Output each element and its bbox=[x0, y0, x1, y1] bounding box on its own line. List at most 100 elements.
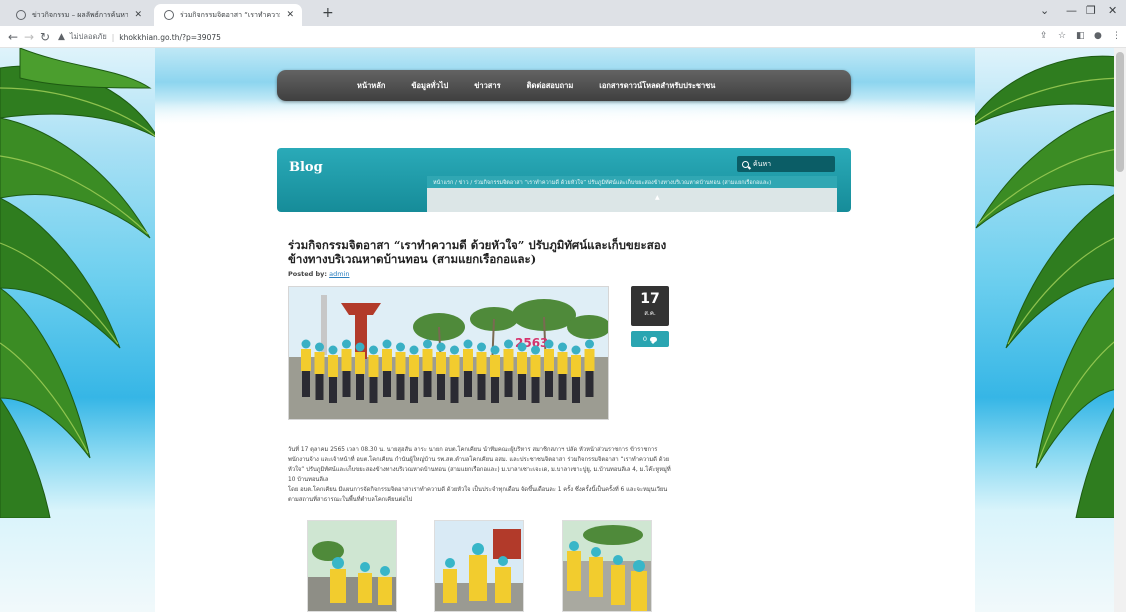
nav-item-home[interactable]: หน้าหลัก bbox=[357, 80, 385, 92]
palm-leaves-left-image bbox=[0, 48, 160, 518]
photo-person-cap bbox=[544, 339, 554, 349]
photo-person-legs bbox=[302, 371, 310, 397]
star-icon[interactable]: ☆ bbox=[1058, 31, 1066, 41]
gallery-thumbnail[interactable] bbox=[434, 520, 524, 612]
photo-person-shirt bbox=[355, 352, 365, 374]
photo-person-legs bbox=[396, 374, 405, 400]
photo-person-cap bbox=[450, 345, 459, 355]
photo-person-legs bbox=[585, 371, 594, 397]
photo-person-shirt bbox=[490, 355, 500, 377]
photo-person-shirt bbox=[395, 352, 406, 374]
photo-person-legs bbox=[356, 374, 364, 400]
photo-person-shirt bbox=[382, 349, 392, 371]
post-date-badge: 17 ส.ค. bbox=[631, 286, 669, 326]
gallery-thumbnail[interactable] bbox=[307, 520, 397, 612]
photo-person-cap bbox=[585, 339, 594, 349]
post-paragraph: โดย อบต.โคกเคียน มีแผนการจัดกิจกรรมจิตอา… bbox=[288, 487, 668, 503]
photo-person-shirt bbox=[328, 355, 338, 377]
minimize-icon[interactable]: — bbox=[1066, 4, 1077, 17]
nav-item-contact[interactable]: ติดต่อสอบถาม bbox=[527, 80, 574, 92]
photo-person-cap bbox=[315, 342, 324, 352]
search-placeholder: ค้นหา bbox=[753, 159, 772, 168]
photo-person-cap bbox=[571, 345, 581, 355]
photo-person-cap bbox=[490, 345, 500, 355]
photo-person-legs bbox=[491, 377, 499, 403]
photo-person-legs bbox=[464, 371, 472, 397]
omnibox[interactable]: ▲ ไม่ปลอดภัย | khokkhian.go.th/?p=39075 bbox=[58, 29, 221, 45]
page-scrollbar[interactable] bbox=[1114, 48, 1126, 612]
photo-person-shirt bbox=[584, 349, 595, 371]
photo-person-cap bbox=[396, 342, 405, 352]
blog-header: Blog ค้นหา หน้าแรก / ข่าว / ร่วมกิจกรรมจ… bbox=[277, 148, 851, 212]
photo-person-cap bbox=[342, 339, 351, 349]
photo-person-cap bbox=[558, 342, 567, 352]
tab-search-chevron-icon[interactable]: ⌄ bbox=[1040, 4, 1049, 17]
photo-person-shirt bbox=[571, 355, 581, 377]
gallery-thumbnail[interactable] bbox=[562, 520, 652, 612]
photo-person-legs bbox=[410, 377, 418, 403]
close-tab-icon[interactable]: ✕ bbox=[286, 10, 294, 20]
photo-person-shirt bbox=[544, 349, 554, 371]
photo-person-shirt bbox=[476, 352, 487, 374]
photo-person-cap bbox=[504, 339, 513, 349]
photo-person-shirt bbox=[463, 349, 473, 371]
share-icon[interactable]: ⇪ bbox=[1040, 31, 1048, 41]
nav-item-general-info[interactable]: ข้อมูลทั่วไป bbox=[411, 80, 448, 92]
photo-person-cap bbox=[463, 339, 473, 349]
back-icon[interactable]: ← bbox=[8, 28, 18, 46]
photo-person-shirt bbox=[530, 355, 541, 377]
posted-by-label: Posted by: bbox=[288, 270, 328, 278]
security-label: ไม่ปลอดภัย bbox=[69, 32, 107, 41]
post-paragraph: วันที่ 17 ตุลาคม 2565 เวลา 08.30 น. นายส… bbox=[288, 447, 671, 483]
nav-item-news[interactable]: ข่าวสาร bbox=[474, 80, 500, 92]
photo-person-cap bbox=[301, 339, 311, 349]
photo-person-cap bbox=[477, 342, 486, 352]
photo-person-legs bbox=[545, 371, 553, 397]
profile-icon[interactable]: ● bbox=[1094, 31, 1102, 41]
globe-tab-icon bbox=[164, 10, 174, 20]
photo-person-cap bbox=[409, 345, 419, 355]
photo-person-shirt bbox=[301, 349, 311, 371]
date-month: ส.ค. bbox=[644, 310, 656, 317]
comment-count-button[interactable]: 0 bbox=[631, 331, 669, 347]
globe-tab-icon bbox=[16, 10, 26, 20]
gallery-photo bbox=[308, 521, 396, 611]
close-tab-icon[interactable]: ✕ bbox=[134, 10, 142, 20]
tab-search-results[interactable]: ข่าวกิจกรรม – ผลลัพธ์การค้นหา ✕ bbox=[6, 4, 150, 26]
photo-person-cap bbox=[517, 342, 527, 352]
nav-item-downloads[interactable]: เอกสารดาวน์โหลดสำหรับประชาชน bbox=[599, 80, 715, 92]
photo-person-shirt bbox=[503, 349, 514, 371]
gallery-photo bbox=[563, 521, 651, 611]
post-title: ร่วมกิจกรรมจิตอาสา “เราทำความดี ด้วยหัวใ… bbox=[288, 238, 667, 266]
forward-icon[interactable]: → bbox=[24, 28, 34, 46]
sidepanel-icon[interactable]: ◧ bbox=[1076, 31, 1085, 41]
chevron-up-icon[interactable]: ▲ bbox=[655, 194, 660, 201]
omnibox-separator: | bbox=[111, 32, 115, 42]
photo-person-cap bbox=[355, 342, 365, 352]
tab-current-post[interactable]: ร่วมกิจกรรมจิตอาสา “เราทำความดี ด้วย ✕ bbox=[154, 4, 302, 26]
address-bar-row: ← → ↻ ▲ ไม่ปลอดภัย | khokkhian.go.th/?p=… bbox=[0, 26, 1126, 48]
photo-person-cap bbox=[423, 339, 432, 349]
search-icon bbox=[742, 160, 749, 168]
photo-person-shirt bbox=[422, 349, 433, 371]
photo-person-cap bbox=[328, 345, 338, 355]
search-input[interactable]: ค้นหา bbox=[737, 156, 835, 172]
post-featured-photo[interactable]: 2563 bbox=[288, 286, 609, 420]
photo-person-shirt bbox=[341, 349, 352, 371]
photo-person-legs bbox=[369, 377, 378, 403]
close-window-icon[interactable]: ✕ bbox=[1108, 4, 1117, 17]
scrollbar-thumb[interactable] bbox=[1116, 52, 1124, 172]
reload-icon[interactable]: ↻ bbox=[40, 28, 50, 46]
photo-person-legs bbox=[531, 377, 540, 403]
author-link[interactable]: admin bbox=[329, 270, 349, 278]
menu-icon[interactable]: ⋮ bbox=[1112, 31, 1121, 41]
photo-person-cap bbox=[382, 339, 392, 349]
new-tab-icon[interactable]: + bbox=[322, 4, 334, 22]
url-text[interactable]: khokkhian.go.th/?p=39075 bbox=[119, 33, 221, 42]
photo-person-legs bbox=[383, 371, 391, 397]
restore-icon[interactable]: ❐ bbox=[1086, 4, 1096, 17]
breadcrumb-text[interactable]: หน้าแรก / ข่าว / ร่วมกิจกรรมจิตอาสา “เรา… bbox=[427, 176, 837, 188]
photo-person-shirt bbox=[557, 352, 568, 374]
photo-person-legs bbox=[437, 374, 445, 400]
palm-leaves-right-image bbox=[966, 55, 1126, 518]
